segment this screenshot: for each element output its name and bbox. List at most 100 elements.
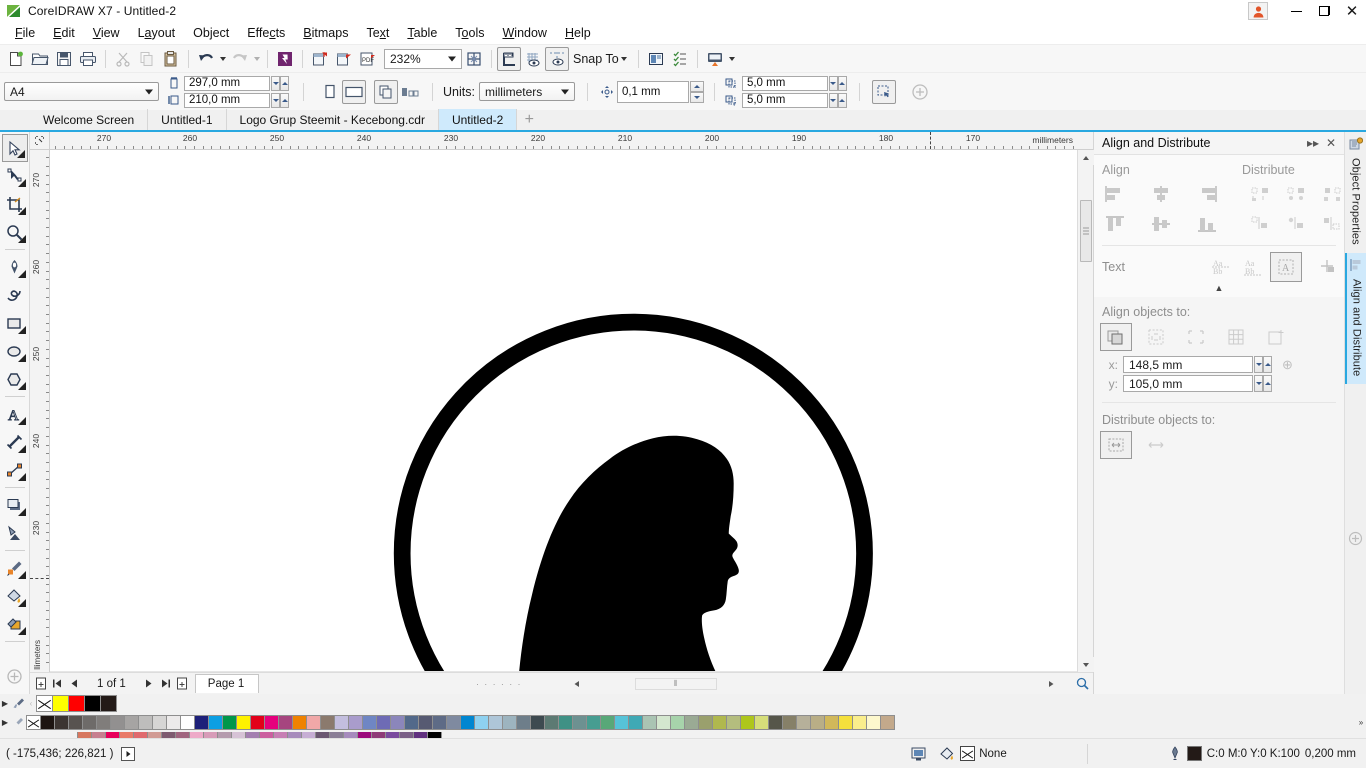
swatch-none[interactable] [36, 695, 53, 712]
align-x-down[interactable] [1254, 356, 1263, 373]
import-icon[interactable] [308, 47, 332, 71]
text-last-line-baseline-button[interactable]: Aa Bb [1237, 252, 1270, 282]
palette-swatch[interactable] [726, 715, 741, 730]
page-preset-combo[interactable]: A4 [4, 82, 159, 101]
close-button[interactable]: ✕ [1338, 0, 1366, 22]
align-to-page-center-button[interactable] [1180, 323, 1212, 351]
quick-customize-toolbox-button[interactable] [2, 662, 28, 690]
page-width-spinner[interactable] [271, 75, 289, 91]
palette-swatch[interactable] [432, 715, 447, 730]
palette-eyedropper-icon[interactable] [10, 714, 26, 732]
hscroll-right-button[interactable] [1042, 674, 1059, 694]
palette-swatch[interactable] [516, 715, 531, 730]
document-tab-untitled-1[interactable]: Untitled-1 [148, 109, 227, 130]
all-pages-button[interactable] [374, 79, 398, 104]
object-manager-icon[interactable] [668, 47, 692, 71]
horizontal-scroll-thumb[interactable]: ⦀ [635, 677, 718, 690]
show-guidelines-icon[interactable] [545, 46, 569, 71]
palette-swatch[interactable] [684, 715, 699, 730]
menu-window[interactable]: Window [493, 24, 555, 42]
transparency-tool[interactable] [2, 519, 28, 547]
swatch-black[interactable] [84, 695, 101, 712]
palette-swatch[interactable] [208, 715, 223, 730]
palette-swatch[interactable] [194, 715, 209, 730]
palette-swatch[interactable] [614, 715, 629, 730]
pick-tool[interactable] [1, 134, 28, 162]
palette-swatch[interactable] [838, 715, 853, 730]
palette-swatch[interactable] [306, 715, 321, 730]
vertical-scroll-thumb[interactable] [1080, 200, 1092, 262]
show-grid-icon[interactable] [521, 47, 545, 71]
scroll-down-button[interactable] [1078, 657, 1094, 672]
palette-swatch[interactable] [474, 715, 489, 730]
palette-swatch[interactable] [810, 715, 825, 730]
distribute-to-extent-of-page-button[interactable] [1140, 431, 1172, 459]
menu-table[interactable]: Table [398, 24, 446, 42]
palette-swatch[interactable] [110, 715, 125, 730]
portrait-orientation-button[interactable] [318, 80, 342, 104]
ruler-origin-button[interactable] [30, 132, 50, 150]
page-width-field[interactable]: 297,0 mm [184, 75, 270, 91]
distribute-top-button[interactable] [1242, 209, 1280, 239]
palette-swatch[interactable] [586, 715, 601, 730]
align-x-field[interactable]: 148,5 mm [1123, 356, 1253, 373]
align-left-button[interactable] [1096, 179, 1134, 209]
palette-swatch[interactable] [656, 715, 671, 730]
palette-swatch[interactable] [698, 715, 713, 730]
smart-fill-tool[interactable] [2, 281, 28, 309]
palette-swatch[interactable] [152, 715, 167, 730]
outline-status[interactable]: C:0 M:0 Y:0 K:100 0,200 mm [1168, 745, 1356, 762]
palette-scroll-down-icon[interactable]: ▶ [0, 714, 10, 732]
scroll-up-button[interactable] [1078, 150, 1094, 165]
align-y-down[interactable] [1254, 375, 1263, 392]
menu-bitmaps[interactable]: Bitmaps [294, 24, 357, 42]
show-rulers-icon[interactable] [497, 46, 521, 71]
palette-swatch[interactable] [768, 715, 783, 730]
landscape-orientation-button[interactable] [342, 79, 366, 104]
palette-swatch[interactable] [502, 715, 517, 730]
full-screen-preview-icon[interactable] [462, 47, 486, 71]
application-launcher-icon[interactable] [703, 47, 727, 71]
docker-section-collapse[interactable]: ▲ [1094, 282, 1344, 297]
duplicate-y-down[interactable] [828, 92, 838, 108]
palette-swatch[interactable] [712, 715, 727, 730]
menu-help[interactable]: Help [556, 24, 600, 42]
paste-icon[interactable] [159, 47, 183, 71]
palette-swatch[interactable] [796, 715, 811, 730]
palette-swatch[interactable] [782, 715, 797, 730]
application-launcher-dropdown-icon[interactable] [727, 48, 737, 70]
duplicate-x-spinner[interactable] [828, 75, 847, 91]
palette-swatch[interactable] [544, 715, 559, 730]
docker-tab-object-properties[interactable]: Object Properties [1345, 132, 1366, 253]
palette-swatch[interactable] [264, 715, 279, 730]
add-page-after-button[interactable] [174, 674, 191, 694]
nudge-spinner[interactable] [689, 80, 704, 103]
docker-close-button[interactable]: ✕ [1322, 134, 1340, 152]
copy-icon[interactable] [135, 47, 159, 71]
align-y-field[interactable]: 105,0 mm [1123, 375, 1253, 392]
swatch-dark-brown[interactable] [100, 695, 117, 712]
horizontal-scrollbar[interactable]: · · · · · · ⦀ [259, 677, 1093, 690]
new-document-tab-button[interactable]: + [517, 109, 541, 130]
palette-more-icon[interactable]: » [1356, 714, 1366, 732]
previous-page-button[interactable] [66, 674, 83, 694]
menu-layout[interactable]: Layout [129, 24, 185, 42]
quick-customize-propbar-icon[interactable] [908, 80, 932, 104]
user-account-button[interactable] [1248, 2, 1268, 20]
align-bottom-button[interactable] [1188, 209, 1226, 239]
page-height-field[interactable]: 210,0 mm [184, 92, 270, 108]
duplicate-y-spinner[interactable] [828, 92, 847, 108]
vertical-ruler[interactable]: 270 260 250 240 230 llimeters [30, 150, 50, 672]
redo-dropdown-icon[interactable] [252, 48, 262, 70]
align-y-spinner[interactable] [1254, 375, 1272, 392]
horizontal-ruler[interactable]: 270 260 250 240 230 220 210 200 190 180 … [50, 132, 1077, 150]
zoom-tool[interactable] [2, 218, 28, 246]
next-page-button[interactable] [140, 674, 157, 694]
open-document-icon[interactable] [28, 47, 52, 71]
nudge-up[interactable] [689, 80, 704, 92]
swatch-no-color[interactable] [26, 715, 41, 730]
menu-edit[interactable]: Edit [44, 24, 84, 42]
palette-swatch[interactable] [82, 715, 97, 730]
page-height-down[interactable] [271, 92, 280, 108]
export-icon[interactable] [332, 47, 356, 71]
